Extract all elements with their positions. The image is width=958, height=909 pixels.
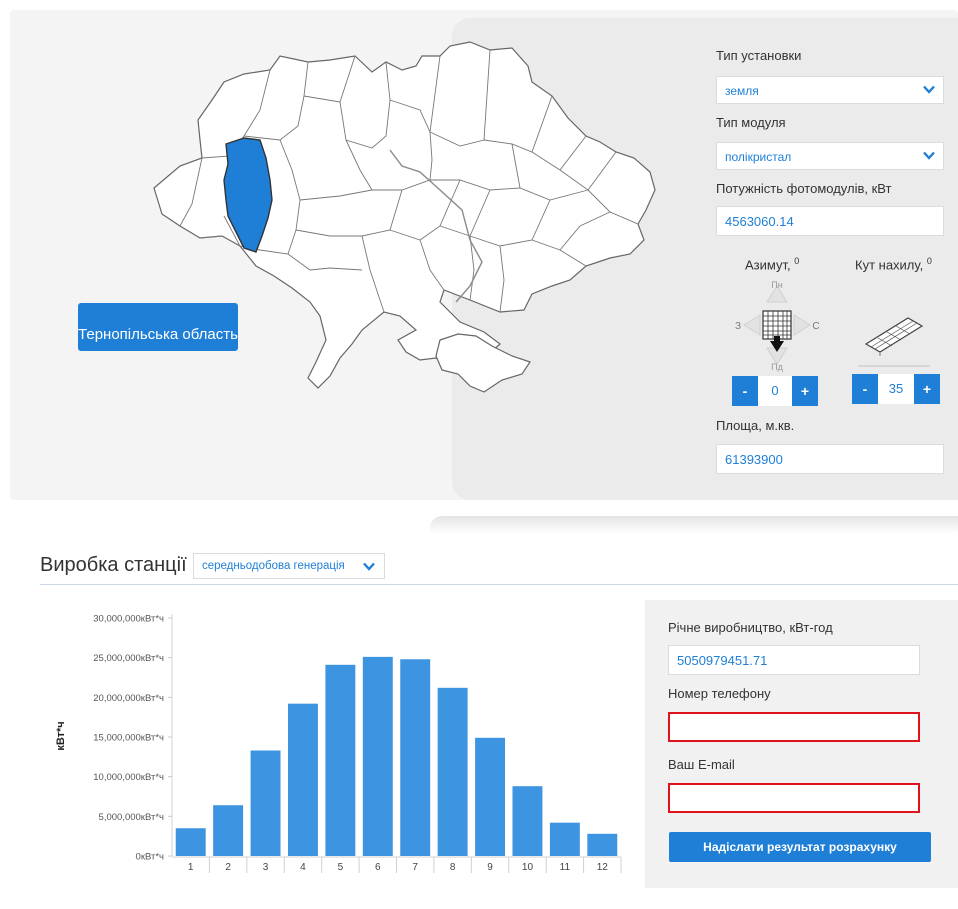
azimuth-label: Азимут, 0 bbox=[745, 256, 800, 273]
chart-bar bbox=[213, 805, 244, 856]
phone-label: Номер телефону bbox=[668, 686, 771, 701]
region-name-button[interactable]: Тернопільська область bbox=[78, 303, 238, 351]
chart-bar bbox=[287, 703, 318, 856]
module-type-value: полікристал bbox=[725, 150, 792, 164]
compass-east: С bbox=[812, 321, 819, 332]
section-divider bbox=[430, 516, 958, 534]
phone-input[interactable] bbox=[668, 712, 920, 742]
email-input[interactable] bbox=[668, 783, 920, 813]
compass-icon: Пн Пд З С bbox=[735, 280, 820, 372]
chart-bar bbox=[549, 822, 580, 856]
chart-bar bbox=[475, 737, 506, 856]
chart-y-tick-label: 20,000,000кВт*ч bbox=[93, 693, 164, 704]
production-title: Виробка станції bbox=[40, 554, 187, 576]
chart-x-tick-label: 1 bbox=[188, 862, 194, 873]
install-type-select[interactable]: земля bbox=[716, 76, 944, 104]
chart-x-tick-label: 9 bbox=[487, 862, 493, 873]
chevron-down-icon bbox=[363, 562, 375, 571]
azimuth-minus-button[interactable]: - bbox=[732, 376, 758, 406]
email-label: Ваш E-mail bbox=[668, 757, 735, 772]
chart-y-tick-label: 25,000,000кВт*ч bbox=[93, 653, 164, 664]
install-type-label: Тип установки bbox=[716, 48, 802, 63]
tilt-minus-button[interactable]: - bbox=[852, 374, 878, 404]
chart-bar bbox=[400, 659, 431, 856]
chart-y-tick-label: 30,000,000кВт*ч bbox=[93, 614, 164, 625]
map-crimea bbox=[435, 333, 531, 393]
region-name-label: Тернопільська область bbox=[78, 325, 238, 343]
annual-production-label: Річне виробництво, кВт-год bbox=[668, 620, 833, 635]
azimuth-value[interactable]: 0 bbox=[758, 376, 792, 406]
degree-mark: 0 bbox=[794, 256, 800, 266]
chart-bar bbox=[175, 828, 206, 856]
annual-production-value: 5050979451.71 bbox=[677, 653, 768, 668]
chart-bar bbox=[512, 786, 543, 856]
module-type-label: Тип модуля bbox=[716, 115, 786, 130]
chart-x-tick-label: 3 bbox=[263, 862, 269, 873]
chart-bar bbox=[587, 833, 618, 856]
area-label: Площа, м.кв. bbox=[716, 418, 795, 433]
chart-x-tick-label: 8 bbox=[450, 862, 456, 873]
send-results-button[interactable]: Надіслати результат розрахунку bbox=[669, 832, 931, 862]
chart-x-tick-label: 4 bbox=[300, 862, 306, 873]
annual-production-field: 5050979451.71 bbox=[668, 645, 920, 675]
tilt-value[interactable]: 35 bbox=[878, 374, 914, 404]
power-label: Потужність фотомодулів, кВт bbox=[716, 181, 892, 196]
title-underline bbox=[40, 584, 958, 585]
chevron-down-icon bbox=[923, 85, 935, 94]
chart-y-tick-label: 15,000,000кВт*ч bbox=[93, 733, 164, 744]
chart-bar bbox=[437, 687, 468, 856]
area-value: 61393900 bbox=[725, 452, 783, 467]
azimuth-plus-button[interactable]: + bbox=[792, 376, 818, 406]
generation-mode-value: середньодобова генерація bbox=[202, 560, 345, 572]
chart-x-tick-label: 2 bbox=[225, 862, 231, 873]
power-input[interactable]: 4563060.14 bbox=[716, 206, 944, 236]
chart-x-tick-label: 10 bbox=[522, 862, 534, 873]
tilt-label: Кут нахилу, 0 bbox=[855, 256, 932, 273]
chart-y-tick-label: 0кВт*ч bbox=[136, 852, 165, 863]
solar-panel-icon bbox=[858, 317, 930, 367]
chart-x-tick-label: 6 bbox=[375, 862, 381, 873]
compass-south: Пд bbox=[771, 362, 783, 372]
generation-mode-select[interactable]: середньодобова генерація bbox=[193, 553, 385, 579]
production-bar-chart: 0кВт*ч 5,000,000кВт*ч 10,000,000кВт*ч 15,00… bbox=[56, 614, 622, 873]
chart-x-tick-label: 7 bbox=[412, 862, 418, 873]
degree-mark: 0 bbox=[926, 256, 932, 266]
area-input[interactable]: 61393900 bbox=[716, 444, 944, 474]
chart-bar bbox=[250, 750, 281, 856]
power-value: 4563060.14 bbox=[725, 214, 794, 229]
chart-y-tick-label: 5,000,000кВт*ч bbox=[99, 812, 164, 823]
module-type-select[interactable]: полікристал bbox=[716, 142, 944, 170]
chevron-down-icon bbox=[923, 151, 935, 160]
tilt-plus-button[interactable]: + bbox=[914, 374, 940, 404]
chart-x-tick-label: 12 bbox=[597, 862, 609, 873]
chart-x-tick-label: 11 bbox=[560, 862, 571, 873]
compass-north: Пн bbox=[771, 280, 782, 290]
chart-bar bbox=[362, 656, 393, 856]
chart-x-tick-label: 5 bbox=[338, 862, 344, 873]
install-type-value: земля bbox=[725, 84, 759, 98]
chart-y-axis-label: кВт*ч bbox=[56, 721, 67, 750]
compass-west: З bbox=[735, 321, 741, 332]
chart-y-tick-label: 10,000,000кВт*ч bbox=[93, 772, 164, 783]
chart-bar bbox=[325, 664, 356, 856]
